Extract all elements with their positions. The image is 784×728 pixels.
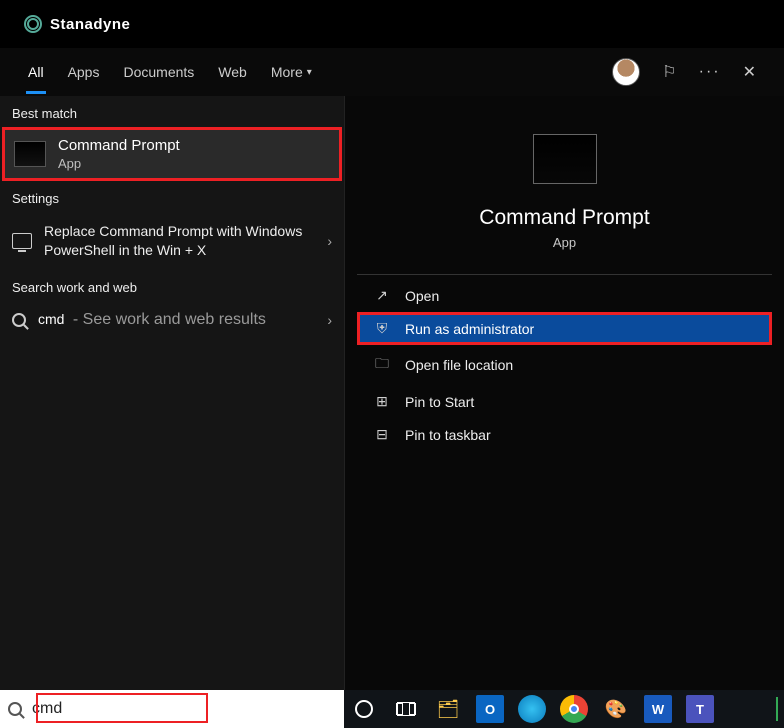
tab-label: Apps xyxy=(68,64,100,80)
edge-icon[interactable] xyxy=(518,695,546,723)
outlook-icon[interactable]: O xyxy=(476,695,504,723)
settings-result-item[interactable]: Replace Command Prompt with Windows Powe… xyxy=(0,212,344,270)
tab-apps[interactable]: Apps xyxy=(56,48,112,96)
web-query-text: cmd xyxy=(38,311,64,327)
results-panel: Best match Command Prompt App Settings R… xyxy=(0,96,344,690)
file-explorer-icon[interactable]: 🗂 xyxy=(434,695,462,723)
best-match-subtitle: App xyxy=(58,156,180,171)
options-button[interactable]: ··· xyxy=(699,63,721,81)
search-box[interactable] xyxy=(0,690,344,728)
action-run-as-administrator[interactable]: ⛨ Run as administrator xyxy=(357,312,772,345)
task-view-icon[interactable] xyxy=(392,695,420,723)
separator xyxy=(357,274,772,275)
tab-more[interactable]: More ▾ xyxy=(259,48,324,96)
web-hint-text: - See work and web results xyxy=(73,311,266,328)
taskbar-right-edge xyxy=(776,697,778,721)
action-icon: ⛨ xyxy=(373,320,391,337)
search-icon xyxy=(12,313,26,327)
monitor-icon xyxy=(12,233,32,249)
action-label: Open file location xyxy=(405,357,513,373)
rewards-icon[interactable]: ⚐ xyxy=(662,62,676,82)
chevron-right-icon: › xyxy=(327,312,332,328)
tab-label: Web xyxy=(218,64,247,80)
search-input[interactable] xyxy=(22,700,336,718)
action-label: Open xyxy=(405,288,439,304)
action-pin-to-start[interactable]: ⊞ Pin to Start xyxy=(357,385,772,418)
word-icon[interactable]: W xyxy=(644,695,672,723)
action-open-file-location[interactable]: 🗀 Open file location xyxy=(357,345,772,385)
search-tab-bar: All Apps Documents Web More ▾ ⚐ ··· ✕ xyxy=(0,48,784,96)
teams-icon[interactable]: T xyxy=(686,695,714,723)
action-icon: ↗ xyxy=(373,287,391,304)
best-match-label: Best match xyxy=(0,96,344,127)
app-thumbnail-icon xyxy=(533,134,597,184)
tab-label: More xyxy=(271,64,303,80)
action-label: Pin to taskbar xyxy=(405,427,491,443)
best-match-title: Command Prompt xyxy=(58,137,180,154)
tab-all[interactable]: All xyxy=(16,48,56,96)
search-web-label: Search work and web xyxy=(0,270,344,301)
settings-item-text: Replace Command Prompt with Windows Powe… xyxy=(44,222,315,260)
paint-icon[interactable]: 🎨 xyxy=(602,695,630,723)
close-button[interactable]: ✕ xyxy=(743,62,756,82)
search-icon xyxy=(8,702,22,716)
tab-label: Documents xyxy=(123,64,194,80)
web-result-item[interactable]: cmd - See work and web results › xyxy=(0,301,344,339)
brand-bar: Stanadyne xyxy=(0,0,784,48)
action-pin-to-taskbar[interactable]: ⊟ Pin to taskbar xyxy=(357,418,772,451)
detail-panel: Command Prompt App ↗ Open ⛨ Run as administ… xyxy=(344,96,784,690)
taskbar: 🗂 O 🎨 W T xyxy=(344,690,784,728)
action-icon: ⊟ xyxy=(373,426,391,443)
chevron-down-icon: ▾ xyxy=(307,67,312,78)
brand-logo-icon xyxy=(24,15,42,33)
tab-label: All xyxy=(28,64,44,80)
action-open[interactable]: ↗ Open xyxy=(357,279,772,312)
tab-documents[interactable]: Documents xyxy=(111,48,206,96)
action-label: Run as administrator xyxy=(405,321,534,337)
user-avatar[interactable] xyxy=(612,58,640,86)
settings-label: Settings xyxy=(0,181,344,212)
action-icon: 🗀 xyxy=(373,353,391,377)
best-match-item[interactable]: Command Prompt App xyxy=(2,127,342,181)
cortana-icon[interactable] xyxy=(350,695,378,723)
action-label: Pin to Start xyxy=(405,394,474,410)
brand-name: Stanadyne xyxy=(50,16,130,33)
detail-title: Command Prompt xyxy=(479,206,649,230)
chevron-right-icon: › xyxy=(327,233,332,249)
detail-subtitle: App xyxy=(553,235,576,250)
action-icon: ⊞ xyxy=(373,393,391,410)
tab-web[interactable]: Web xyxy=(206,48,259,96)
cmd-icon xyxy=(14,141,46,167)
chrome-icon[interactable] xyxy=(560,695,588,723)
